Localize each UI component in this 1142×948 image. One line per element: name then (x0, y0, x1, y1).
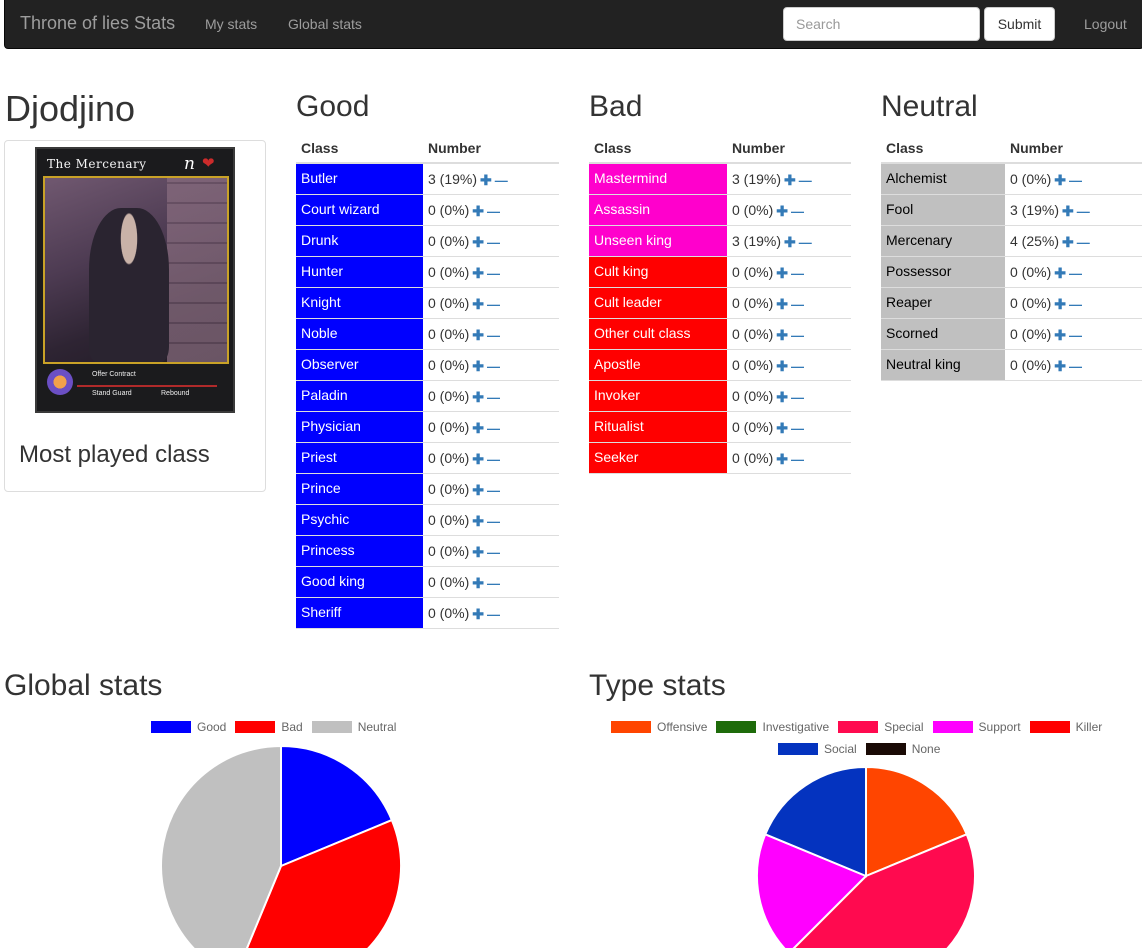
global-stats-pie (160, 744, 977, 948)
